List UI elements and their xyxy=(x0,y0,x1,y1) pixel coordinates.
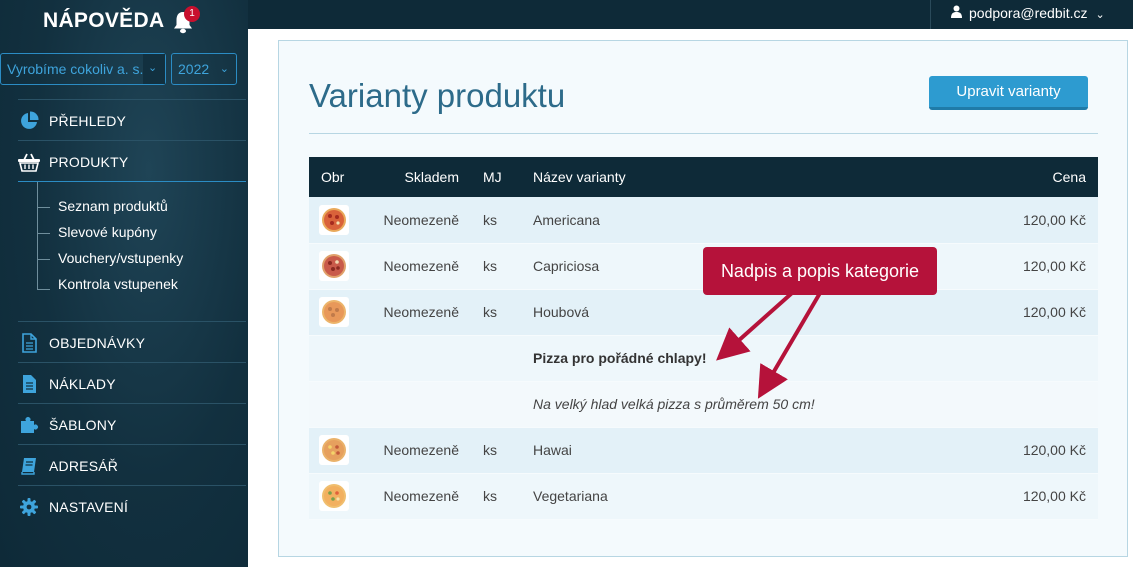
user-icon xyxy=(951,5,962,18)
column-header-name[interactable]: Název varianty xyxy=(521,157,851,197)
pizza-icon xyxy=(322,438,346,462)
company-select[interactable]: Vyrobíme cokoliv a. s. xyxy=(0,53,166,85)
unit-cell: ks xyxy=(471,197,521,244)
user-email: podpora@redbit.cz xyxy=(969,5,1088,21)
brand-title[interactable]: NÁPOVĚDA xyxy=(43,9,164,33)
variants-table: Obr Skladem MJ Název varianty Cena Neome… xyxy=(309,157,1098,520)
sidebar-item-label: OBJEDNÁVKY xyxy=(49,334,146,351)
price-cell: 120,00 Kč xyxy=(851,197,1098,244)
subnav-tick xyxy=(38,207,50,208)
year-select[interactable]: 2022 ⌄ xyxy=(171,53,237,85)
pizza-thumbnail xyxy=(319,251,349,281)
callout-label: Nadpis a popis kategorie xyxy=(703,247,937,295)
document-icon xyxy=(22,332,37,353)
table-row[interactable]: Neomezeně ks Vegetariana 120,00 Kč xyxy=(309,473,1098,520)
sidebar-item-label: PRODUKTY xyxy=(49,153,129,170)
unit-cell: ks xyxy=(471,427,521,474)
name-cell: Americana xyxy=(521,197,852,244)
sidebar-item-objednavky[interactable]: OBJEDNÁVKY xyxy=(0,322,246,363)
price-cell: 120,00 Kč xyxy=(851,289,1098,336)
pie-chart-icon xyxy=(21,110,39,129)
subnav-line xyxy=(37,182,38,290)
pizza-thumbnail xyxy=(319,481,349,511)
edit-variants-button[interactable]: Upravit varianty xyxy=(929,76,1088,110)
stock-cell: Neomezeně xyxy=(365,473,471,520)
pizza-icon xyxy=(322,207,346,232)
category-description-row[interactable]: Na velký hlad velká pizza s průměrem 50 … xyxy=(309,381,1098,428)
sidebar-item-label: ŠABLONY xyxy=(49,416,117,433)
title-divider xyxy=(309,133,1098,134)
sidebar-item-naklady[interactable]: NÁKLADY xyxy=(0,363,246,404)
subnav-item-seznam-produktu[interactable]: Seznam produktů xyxy=(58,198,168,214)
unit-cell: ks xyxy=(471,243,521,290)
chevron-down-icon: ⌄ xyxy=(219,63,229,75)
chevron-down-icon: ⌄ xyxy=(148,61,158,74)
stock-cell: Neomezeně xyxy=(365,427,471,474)
category-title-row[interactable]: Pizza pro pořádné chlapy! xyxy=(309,335,1098,382)
name-cell: Vegetariana xyxy=(521,473,852,520)
name-cell: Houbová xyxy=(521,289,852,336)
pizza-icon xyxy=(322,484,346,508)
column-header-price[interactable]: Cena xyxy=(851,157,1098,197)
sidebar-item-prehledy[interactable]: PŘEHLEDY xyxy=(0,100,246,141)
subnav-item-slevove-kupony[interactable]: Slevové kupóny xyxy=(58,224,157,240)
unit-cell: ks xyxy=(471,289,521,336)
column-header-stock[interactable]: Skladem xyxy=(365,157,471,197)
stock-cell: Neomezeně xyxy=(365,197,471,244)
pizza-thumbnail xyxy=(319,204,349,235)
chevron-down-icon: ⌄ xyxy=(1095,9,1105,21)
table-header: Obr Skladem MJ Název varianty Cena xyxy=(309,157,1098,197)
sidebar-item-produkty[interactable]: PRODUKTY xyxy=(0,141,246,182)
stock-cell: Neomezeně xyxy=(365,289,471,336)
unit-cell: ks xyxy=(471,473,521,520)
price-cell: 120,00 Kč xyxy=(851,427,1098,474)
sidebar-item-label: ADRESÁŘ xyxy=(49,457,119,474)
sidebar: NÁPOVĚDA 1 Vyrobíme cokoliv a. s. ⌄ 2022… xyxy=(0,0,248,567)
sidebar-item-adresar[interactable]: ADRESÁŘ xyxy=(0,445,246,486)
pizza-thumbnail xyxy=(319,435,349,465)
subnav-item-kontrola-vstupenek[interactable]: Kontrola vstupenek xyxy=(58,276,178,292)
company-select-value: Vyrobíme cokoliv a. s. xyxy=(7,61,144,77)
page-title: Varianty produktu xyxy=(309,77,566,114)
book-icon xyxy=(21,457,36,475)
document-lines-icon xyxy=(23,374,36,393)
notification-badge: 1 xyxy=(184,6,200,22)
price-cell: 120,00 Kč xyxy=(851,473,1098,520)
subnav-tick xyxy=(38,233,50,234)
category-description: Na velký hlad velká pizza s průměrem 50 … xyxy=(521,381,1098,428)
gear-icon xyxy=(20,497,38,516)
table-row[interactable]: Neomezeně ks Hawai 120,00 Kč xyxy=(309,427,1098,474)
column-header-image[interactable]: Obr xyxy=(309,157,365,197)
pizza-thumbnail xyxy=(319,297,349,327)
nav-divider-active xyxy=(18,181,246,182)
table-row[interactable]: Neomezeně ks Houbová 120,00 Kč xyxy=(309,289,1098,336)
table-row[interactable]: Neomezeně ks Americana 120,00 Kč xyxy=(309,197,1098,244)
year-select-value: 2022 xyxy=(178,61,210,77)
category-title: Pizza pro pořádné chlapy! xyxy=(521,335,1098,382)
subnav-tick xyxy=(38,259,50,260)
top-bar: podpora@redbit.cz ⌄ xyxy=(248,0,1133,29)
pizza-icon xyxy=(322,300,346,324)
basket-icon xyxy=(18,153,40,172)
sidebar-item-label: NÁKLADY xyxy=(49,375,116,392)
column-header-unit[interactable]: MJ xyxy=(471,157,521,197)
pizza-icon xyxy=(322,254,346,278)
user-menu[interactable]: podpora@redbit.cz ⌄ xyxy=(930,0,1133,29)
sidebar-item-sablony[interactable]: ŠABLONY xyxy=(0,404,246,445)
main-panel: Varianty produktu Upravit varianty Obr S… xyxy=(278,40,1128,557)
puzzle-icon xyxy=(21,416,38,433)
subnav-item-vouchery[interactable]: Vouchery/vstupenky xyxy=(58,250,183,266)
name-cell: Hawai xyxy=(521,427,852,474)
subnav-tick xyxy=(38,289,50,290)
stock-cell: Neomezeně xyxy=(365,243,471,290)
sidebar-item-nastaveni[interactable]: NASTAVENÍ xyxy=(0,486,246,527)
sidebar-item-label: PŘEHLEDY xyxy=(49,112,127,129)
sidebar-item-label: NASTAVENÍ xyxy=(49,498,129,515)
